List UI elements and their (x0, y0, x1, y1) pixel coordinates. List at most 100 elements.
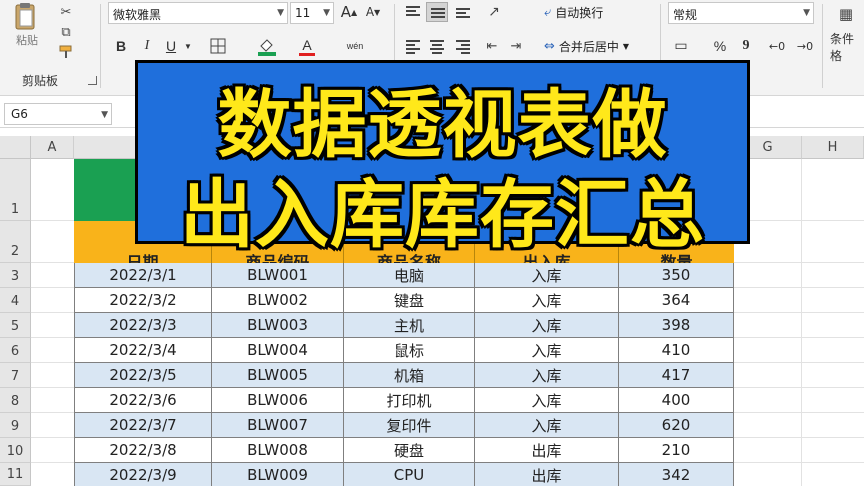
chevron-down-icon[interactable]: ▼ (183, 36, 193, 56)
date-cell[interactable]: 2022/3/1 (74, 263, 212, 288)
shrink-font-button[interactable]: A ▼ (362, 2, 384, 22)
paste-button-label[interactable]: 粘贴 (16, 32, 38, 48)
in-out-cell[interactable]: 出库 (475, 438, 619, 463)
product-name-cell[interactable]: CPU (344, 463, 475, 486)
product-code-cell[interactable]: BLW006 (212, 388, 344, 413)
quantity-cell[interactable]: 417 (619, 363, 734, 388)
orientation-icon[interactable]: ↗ (486, 4, 502, 20)
product-code-cell[interactable]: BLW004 (212, 338, 344, 363)
border-icon[interactable] (208, 36, 228, 56)
product-name-cell[interactable]: 复印件 (344, 413, 475, 438)
phonetic-guide-button[interactable]: wén (340, 36, 370, 56)
name-box[interactable]: G6 ▼ (4, 103, 112, 125)
date-cell[interactable]: 2022/3/7 (74, 413, 212, 438)
number-format-select[interactable]: 常规 ▼ (668, 2, 814, 24)
underline-button[interactable]: U (162, 36, 180, 56)
wrap-text-button[interactable]: ⤶ 自动换行 (544, 4, 603, 21)
row-header-10[interactable]: 10 (0, 438, 31, 463)
select-all-corner[interactable] (0, 136, 31, 159)
font-size-value: 11 (295, 6, 311, 20)
fill-color-icon[interactable] (256, 36, 278, 56)
row-header-6[interactable]: 6 (0, 338, 31, 363)
italic-button[interactable]: I (138, 36, 156, 56)
date-cell[interactable]: 2022/3/9 (74, 463, 212, 486)
quantity-cell[interactable]: 398 (619, 313, 734, 338)
merge-center-button[interactable]: ⇔ 合并后居中 ▼ (544, 38, 629, 55)
row-header-8[interactable]: 8 (0, 388, 31, 413)
quantity-cell[interactable]: 350 (619, 263, 734, 288)
product-name-cell[interactable]: 鼠标 (344, 338, 475, 363)
conditional-format-icon[interactable]: ▦ (838, 5, 854, 23)
quantity-cell[interactable]: 342 (619, 463, 734, 486)
product-code-cell[interactable]: BLW003 (212, 313, 344, 338)
font-name-select[interactable]: 微软雅黑 ▼ (108, 2, 288, 24)
bold-button[interactable]: B (112, 36, 130, 56)
column-header-h[interactable]: H (802, 136, 864, 159)
product-code-cell[interactable]: BLW001 (212, 263, 344, 288)
product-name-cell[interactable]: 硬盘 (344, 438, 475, 463)
date-cell[interactable]: 2022/3/2 (74, 288, 212, 313)
in-out-cell[interactable]: 入库 (475, 413, 619, 438)
font-size-select[interactable]: 11 ▼ (290, 2, 334, 24)
align-middle-button[interactable] (426, 2, 448, 22)
cut-icon[interactable]: ✂ (58, 4, 74, 20)
clipboard-launcher-icon[interactable] (88, 76, 97, 85)
decrease-indent-icon[interactable]: ⇤ (484, 38, 500, 54)
row-header-7[interactable]: 7 (0, 363, 31, 388)
date-cell[interactable]: 2022/3/5 (74, 363, 212, 388)
increase-decimal-icon[interactable]: ←0 (766, 36, 788, 56)
row-header-4[interactable]: 4 (0, 288, 31, 313)
date-cell[interactable]: 2022/3/3 (74, 313, 212, 338)
product-code-cell[interactable]: BLW007 (212, 413, 344, 438)
product-name-cell[interactable]: 电脑 (344, 263, 475, 288)
chevron-down-icon: ▼ (803, 8, 810, 18)
conditional-format-label[interactable]: 条件格 (830, 30, 864, 64)
format-painter-icon[interactable] (58, 44, 74, 60)
decrease-decimal-icon[interactable]: →0 (794, 36, 816, 56)
align-right-button[interactable] (452, 36, 474, 56)
quantity-cell[interactable]: 364 (619, 288, 734, 313)
chevron-down-icon: ▼ (622, 42, 630, 51)
increase-indent-icon[interactable]: ⇥ (508, 38, 524, 54)
align-bottom-button[interactable] (452, 2, 474, 22)
date-cell[interactable]: 2022/3/8 (74, 438, 212, 463)
product-name-cell[interactable]: 主机 (344, 313, 475, 338)
row-header-11[interactable]: 11 (0, 463, 31, 486)
in-out-cell[interactable]: 入库 (475, 313, 619, 338)
product-name-cell[interactable]: 打印机 (344, 388, 475, 413)
comma-style-button[interactable]: 9 (738, 36, 754, 56)
in-out-cell[interactable]: 入库 (475, 388, 619, 413)
grow-font-button[interactable]: A ▲ (338, 2, 360, 22)
in-out-cell[interactable]: 入库 (475, 363, 619, 388)
product-name-cell[interactable]: 键盘 (344, 288, 475, 313)
product-name-cell[interactable]: 机箱 (344, 363, 475, 388)
row-header-5[interactable]: 5 (0, 313, 31, 338)
in-out-cell[interactable]: 入库 (475, 263, 619, 288)
row-header-3[interactable]: 3 (0, 263, 31, 288)
quantity-cell[interactable]: 410 (619, 338, 734, 363)
align-left-button[interactable] (402, 36, 424, 56)
in-out-cell[interactable]: 入库 (475, 338, 619, 363)
align-center-button[interactable] (426, 36, 448, 56)
row-header-1[interactable]: 1 (0, 159, 31, 221)
paste-icon[interactable] (8, 2, 46, 32)
date-cell[interactable]: 2022/3/4 (74, 338, 212, 363)
quantity-cell[interactable]: 210 (619, 438, 734, 463)
in-out-cell[interactable]: 入库 (475, 288, 619, 313)
row-header-2[interactable]: 2 (0, 221, 31, 263)
currency-format-icon[interactable]: ▭ (670, 36, 692, 56)
column-header-a[interactable]: A (31, 136, 74, 159)
align-top-button[interactable] (402, 2, 424, 22)
font-color-button[interactable]: A (296, 36, 318, 56)
quantity-cell[interactable]: 400 (619, 388, 734, 413)
quantity-cell[interactable]: 620 (619, 413, 734, 438)
in-out-cell[interactable]: 出库 (475, 463, 619, 486)
copy-icon[interactable]: ⧉ (58, 24, 74, 40)
product-code-cell[interactable]: BLW002 (212, 288, 344, 313)
product-code-cell[interactable]: BLW005 (212, 363, 344, 388)
row-header-9[interactable]: 9 (0, 413, 31, 438)
percent-style-button[interactable]: % (710, 36, 730, 56)
product-code-cell[interactable]: BLW008 (212, 438, 344, 463)
date-cell[interactable]: 2022/3/6 (74, 388, 212, 413)
product-code-cell[interactable]: BLW009 (212, 463, 344, 486)
